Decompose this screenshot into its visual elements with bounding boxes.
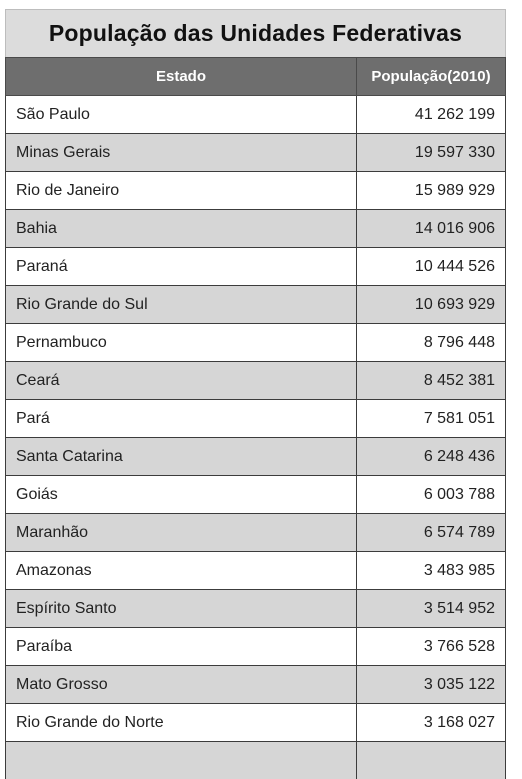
population-cell: 3 514 952 [357,590,506,628]
table-row: Santa Catarina6 248 436 [6,438,506,476]
population-cell: 3 168 027 [357,704,506,742]
table-row: Goiás6 003 788 [6,476,506,514]
table-row: Amazonas3 483 985 [6,552,506,590]
table-row: Minas Gerais19 597 330 [6,134,506,172]
population-table: Estado População(2010) São Paulo41 262 1… [5,57,506,779]
state-name-cell: Paraná [6,248,357,286]
table-row: Ceará8 452 381 [6,362,506,400]
table-row: Paraíba3 766 528 [6,628,506,666]
state-name-cell: Rio Grande do Norte [6,704,357,742]
population-table-card: População das Unidades Federativas Estad… [5,9,506,779]
table-row: Bahia14 016 906 [6,210,506,248]
population-cell: 8 452 381 [357,362,506,400]
table-row: São Paulo41 262 199 [6,96,506,134]
table-row: Rio Grande do Sul10 693 929 [6,286,506,324]
population-cell: 6 003 788 [357,476,506,514]
population-cell: 15 989 929 [357,172,506,210]
state-name-cell: São Paulo [6,96,357,134]
title-bar: População das Unidades Federativas [5,9,506,57]
table-row: Pernambuco8 796 448 [6,324,506,362]
header-populacao: População(2010) [357,58,506,96]
state-name-cell: Santa Catarina [6,438,357,476]
population-cell: 10 444 526 [357,248,506,286]
state-name-cell: Maranhão [6,514,357,552]
table-body: São Paulo41 262 199Minas Gerais19 597 33… [6,96,506,779]
table-row: Rio de Janeiro15 989 929 [6,172,506,210]
state-name-cell: Mato Grosso [6,666,357,704]
state-name-cell: Ceará [6,362,357,400]
state-name-cell: Rio de Janeiro [6,172,357,210]
population-cell: 7 581 051 [357,400,506,438]
state-name-cell: Paraíba [6,628,357,666]
population-cell: 8 796 448 [357,324,506,362]
state-name-cell: Goiás [6,476,357,514]
population-cell: 19 597 330 [357,134,506,172]
table-row: Mato Grosso3 035 122 [6,666,506,704]
state-name-cell: Pernambuco [6,324,357,362]
table-row [6,742,506,779]
population-cell: 6 574 789 [357,514,506,552]
population-cell [357,742,506,779]
population-cell: 41 262 199 [357,96,506,134]
table-row: Rio Grande do Norte3 168 027 [6,704,506,742]
state-name-cell: Rio Grande do Sul [6,286,357,324]
state-name-cell: Amazonas [6,552,357,590]
table-row: Maranhão6 574 789 [6,514,506,552]
population-cell: 3 483 985 [357,552,506,590]
table-header-row: Estado População(2010) [6,58,506,96]
table-row: Paraná10 444 526 [6,248,506,286]
table-row: Espírito Santo3 514 952 [6,590,506,628]
population-cell: 3 035 122 [357,666,506,704]
population-cell: 3 766 528 [357,628,506,666]
population-cell: 6 248 436 [357,438,506,476]
state-name-cell: Bahia [6,210,357,248]
state-name-cell: Pará [6,400,357,438]
state-name-cell: Espírito Santo [6,590,357,628]
state-name-cell [6,742,357,779]
header-estado: Estado [6,58,357,96]
population-cell: 10 693 929 [357,286,506,324]
state-name-cell: Minas Gerais [6,134,357,172]
table-row: Pará7 581 051 [6,400,506,438]
page-title: População das Unidades Federativas [49,20,462,47]
population-cell: 14 016 906 [357,210,506,248]
